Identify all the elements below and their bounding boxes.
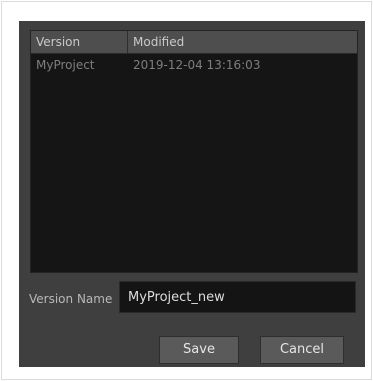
version-name-label: Version Name xyxy=(29,292,113,306)
cell-version: MyProject xyxy=(36,58,95,72)
table-header: Version Modified xyxy=(31,31,357,54)
screenshot-frame: Version Modified MyProject 2019-12-04 13… xyxy=(1,1,372,380)
cancel-button[interactable]: Cancel xyxy=(260,336,344,364)
column-header-modified[interactable]: Modified xyxy=(128,31,357,53)
save-version-dialog: Version Modified MyProject 2019-12-04 13… xyxy=(19,21,365,367)
table-row[interactable]: MyProject 2019-12-04 13:16:03 xyxy=(31,54,357,76)
version-name-input[interactable] xyxy=(119,281,356,313)
save-button[interactable]: Save xyxy=(159,336,239,364)
cell-modified: 2019-12-04 13:16:03 xyxy=(133,58,261,72)
column-header-version[interactable]: Version xyxy=(31,31,128,53)
versions-table: Version Modified MyProject 2019-12-04 13… xyxy=(30,30,358,273)
